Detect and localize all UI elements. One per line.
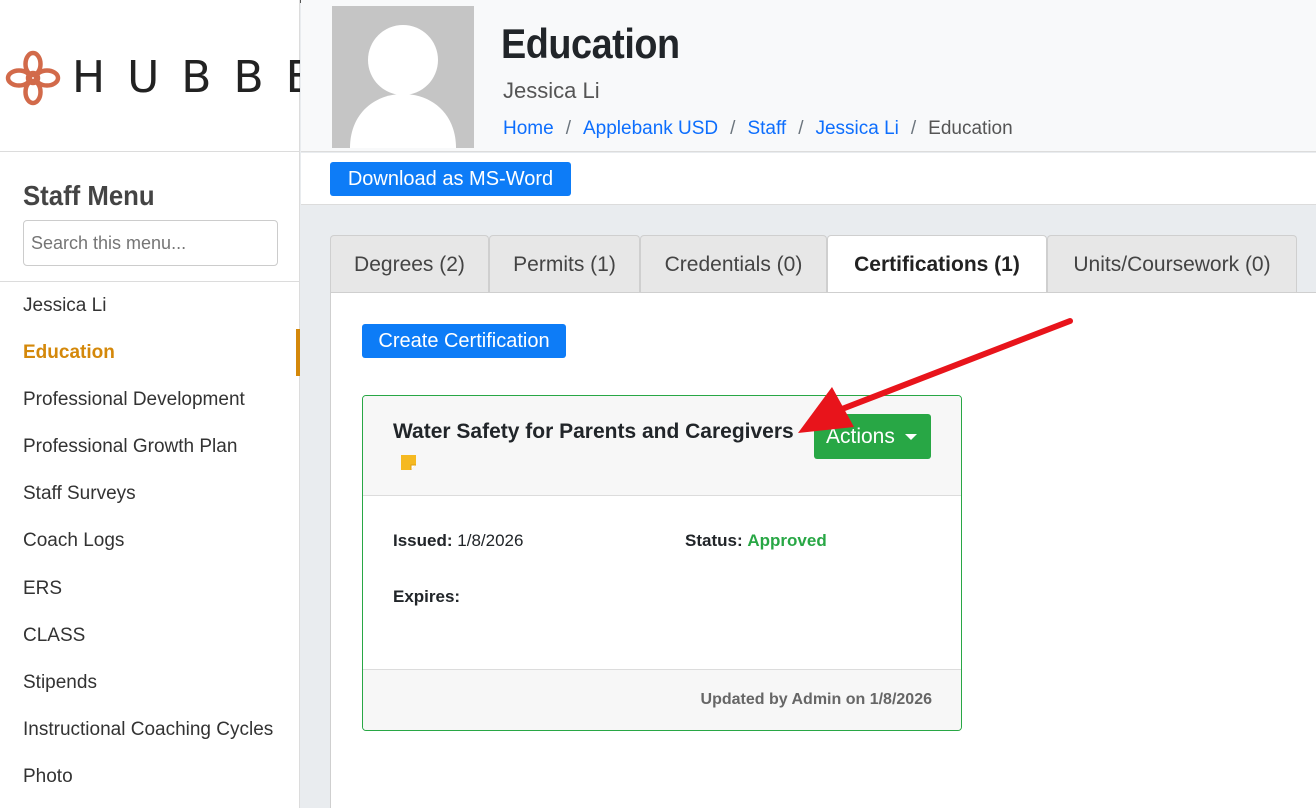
create-certification-button[interactable]: Create Certification — [362, 324, 566, 358]
expires-label: Expires: — [393, 587, 461, 606]
menu-item-photo[interactable]: Photo — [0, 753, 300, 800]
user-silhouette-icon — [350, 25, 456, 148]
menu-item-jessica-li[interactable]: Jessica Li — [0, 282, 300, 329]
menu-item-class[interactable]: CLASS — [0, 612, 300, 659]
card-body: Issued: 1/8/2026 Status: Approved Expire… — [363, 496, 961, 669]
tab-units-coursework[interactable]: Units/Coursework (0) — [1047, 235, 1297, 293]
menu-item-professional-development[interactable]: Professional Development — [0, 376, 300, 423]
sticky-note-icon[interactable] — [399, 453, 418, 472]
page-title: Education — [501, 20, 680, 67]
page-subtitle: Jessica Li — [503, 78, 600, 103]
menu-item-education[interactable]: Education — [0, 329, 300, 377]
status-field: Status: Approved — [685, 531, 827, 551]
tab-certifications[interactable]: Certifications (1) — [827, 235, 1047, 294]
tab-degrees[interactable]: Degrees (2) — [330, 235, 489, 293]
breadcrumb: Home / Applebank USD / Staff / Jessica Li / Educ… — [503, 118, 1013, 140]
menu-item-professional-growth-plan[interactable]: Professional Growth Plan — [0, 423, 300, 470]
menu-item-ers[interactable]: ERS — [0, 565, 300, 612]
issued-field: Issued: 1/8/2026 — [393, 531, 523, 551]
tab-credentials[interactable]: Credentials (0) — [640, 235, 827, 293]
menu-item-instructional-coaching-cycles[interactable]: Instructional Coaching Cycles — [0, 706, 300, 753]
certification-title: Water Safety for Parents and Caregivers — [393, 420, 794, 443]
breadcrumb-separator: / — [565, 118, 571, 139]
issued-value: 1/8/2026 — [457, 531, 524, 550]
toolbar: Download as MS-Word — [301, 153, 1316, 205]
menu-item-staff-surveys[interactable]: Staff Surveys — [0, 470, 300, 517]
menu-item-stipends[interactable]: Stipends — [0, 659, 300, 706]
status-label: Status: — [685, 531, 743, 550]
page-header: Education Jessica Li Home / Applebank USD /… — [301, 0, 1316, 152]
expires-field: Expires: — [393, 587, 460, 607]
breadcrumb-home[interactable]: Home — [503, 118, 554, 139]
staff-menu-list: Jessica Li Education Professional Develo… — [0, 282, 300, 800]
breadcrumb-separator: / — [910, 118, 917, 139]
brand-name: HUBBE — [72, 52, 300, 103]
download-word-button[interactable]: Download as MS-Word — [330, 162, 571, 196]
menu-item-coach-logs[interactable]: Coach Logs — [0, 517, 300, 564]
breadcrumb-district[interactable]: Applebank USD — [583, 118, 718, 139]
status-value: Approved — [747, 531, 827, 550]
updated-by-text: Updated by Admin on 1/8/2026 — [700, 691, 932, 708]
card-footer: Updated by Admin on 1/8/2026 — [363, 669, 961, 730]
breadcrumb-person[interactable]: Jessica Li — [815, 118, 898, 139]
menu-search-input[interactable] — [23, 220, 278, 266]
breadcrumb-separator: / — [798, 118, 804, 139]
sidebar: HUBBE Staff Menu Jessica Li Education Pr… — [0, 0, 300, 808]
avatar — [332, 6, 474, 148]
breadcrumb-current: Education — [928, 118, 1013, 139]
issued-label: Issued: — [393, 531, 453, 550]
breadcrumb-staff[interactable]: Staff — [747, 118, 786, 139]
tab-permits[interactable]: Permits (1) — [489, 235, 640, 293]
brand-logo[interactable]: HUBBE — [0, 0, 300, 152]
certification-card: Water Safety for Parents and Caregivers … — [362, 395, 962, 731]
breadcrumb-separator: / — [730, 118, 736, 139]
annotation-arrow-icon — [798, 318, 1073, 433]
flower-logo-icon — [5, 50, 61, 106]
menu-title: Staff Menu — [23, 180, 155, 211]
